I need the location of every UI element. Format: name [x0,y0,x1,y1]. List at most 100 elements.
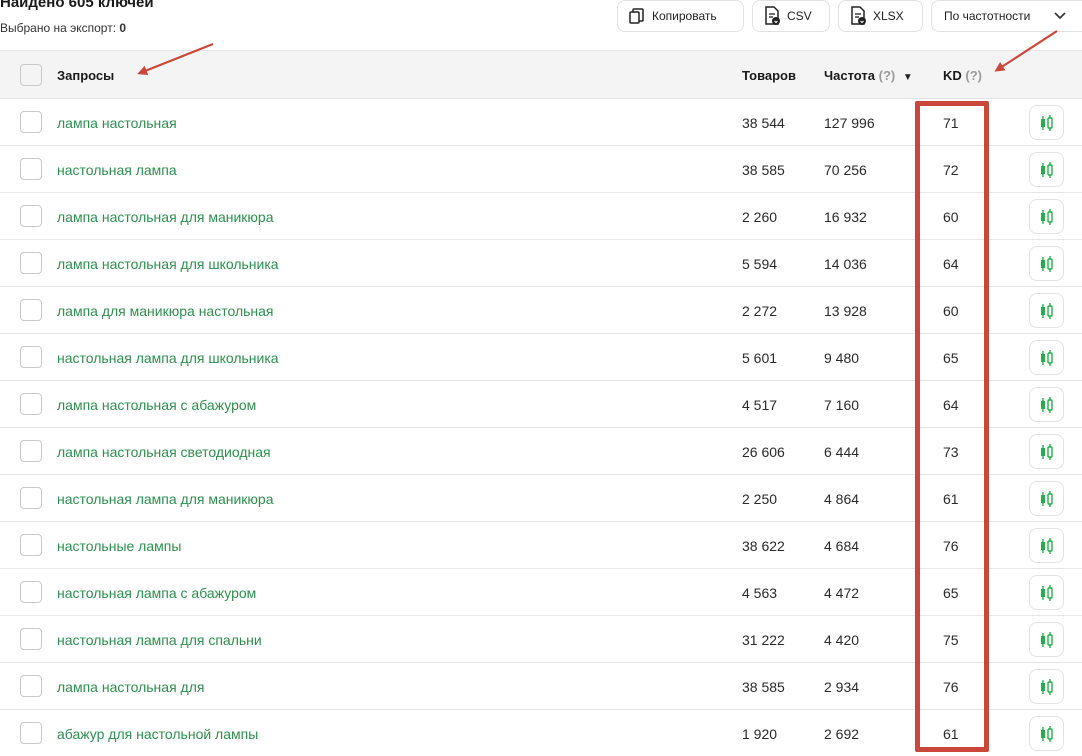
goods-count: 1 920 [742,726,778,742]
chart-button[interactable] [1029,387,1064,422]
query-link[interactable]: лампа настольная [57,115,177,131]
query-link[interactable]: лампа настольная для [57,679,204,695]
csv-button-label: CSV [787,9,812,23]
query-link[interactable]: абажур для настольной лампы [57,726,258,742]
row-checkbox[interactable] [20,346,42,368]
chart-button[interactable] [1029,434,1064,469]
frequency-value: 2 692 [824,726,860,742]
frequency-value: 2 934 [824,679,860,695]
xlsx-button-label: XLSX [873,9,904,23]
table-row: настольная лампа 38 585 70 256 72 [0,146,1082,193]
chart-button[interactable] [1029,481,1064,516]
chart-button[interactable] [1029,622,1064,657]
frequency-value: 7 160 [824,397,860,413]
candlestick-chart-icon [1040,537,1053,554]
column-header-query[interactable]: Запросы [57,68,114,83]
chart-button[interactable] [1029,246,1064,281]
query-link[interactable]: настольная лампа для школьника [57,350,279,366]
csv-export-button[interactable]: CSV [752,0,830,32]
query-link[interactable]: лампа настольная с абажуром [57,397,256,413]
query-link[interactable]: лампа для маникюра настольная [57,303,274,319]
column-header-goods[interactable]: Товаров [742,68,796,83]
kd-value: 73 [943,444,959,460]
query-link[interactable]: лампа настольная светодиодная [57,444,271,460]
row-checkbox[interactable] [20,487,42,509]
column-header-frequency-label: Частота [824,68,876,83]
export-selected-label: Выбрано на экспорт: [0,21,117,35]
kd-value: 76 [943,679,959,695]
query-link[interactable]: настольная лампа с абажуром [57,585,256,601]
chart-button[interactable] [1029,528,1064,563]
row-checkbox[interactable] [20,158,42,180]
goods-count: 38 585 [742,162,785,178]
frequency-value: 9 480 [824,350,860,366]
query-link[interactable]: лампа настольная для маникюра [57,209,274,225]
xlsx-export-button[interactable]: XLSX [838,0,923,32]
query-link[interactable]: настольная лампа для спальни [57,632,262,648]
row-checkbox[interactable] [20,675,42,697]
kd-value: 64 [943,256,959,272]
candlestick-chart-icon [1040,396,1053,413]
candlestick-chart-icon [1040,161,1053,178]
chart-button[interactable] [1029,199,1064,234]
goods-count: 4 517 [742,397,778,413]
row-checkbox[interactable] [20,534,42,556]
kd-value: 75 [943,632,959,648]
row-checkbox[interactable] [20,722,42,744]
sort-select[interactable]: По частотности [931,0,1082,32]
column-header-kd[interactable]: KD (?) [943,68,982,83]
candlestick-chart-icon [1040,584,1053,601]
frequency-value: 4 472 [824,585,860,601]
copy-button[interactable]: Копировать [617,0,744,32]
chart-button[interactable] [1029,340,1064,375]
goods-count: 2 272 [742,303,778,319]
row-checkbox[interactable] [20,628,42,650]
kd-help-icon[interactable]: (?) [965,68,982,83]
kd-value: 64 [943,397,959,413]
row-checkbox[interactable] [20,252,42,274]
copy-button-label: Копировать [652,9,717,23]
table-row: лампа настольная с абажуром 4 517 7 160 … [0,381,1082,428]
copy-icon [629,8,644,24]
query-link[interactable]: настольная лампа для маникюра [57,491,274,507]
chart-button[interactable] [1029,152,1064,187]
column-header-frequency[interactable]: Частота (?) ▼ [824,68,913,83]
kd-value: 71 [943,115,959,131]
candlestick-chart-icon [1040,490,1053,507]
row-checkbox[interactable] [20,205,42,227]
table-row: настольные лампы 38 622 4 684 76 [0,522,1082,569]
sort-desc-icon: ▼ [902,72,913,83]
row-checkbox[interactable] [20,393,42,415]
chart-button[interactable] [1029,575,1064,610]
chart-button[interactable] [1029,669,1064,704]
candlestick-chart-icon [1040,302,1053,319]
row-checkbox[interactable] [20,440,42,462]
frequency-value: 4 420 [824,632,860,648]
kd-value: 60 [943,209,959,225]
table-body: лампа настольная 38 544 127 996 71 насто… [0,99,1082,756]
row-checkbox[interactable] [20,111,42,133]
query-link[interactable]: настольная лампа [57,162,177,178]
frequency-help-icon[interactable]: (?) [879,68,896,83]
row-checkbox[interactable] [20,299,42,321]
goods-count: 2 250 [742,491,778,507]
query-link[interactable]: лампа настольная для школьника [57,256,279,272]
candlestick-chart-icon [1040,349,1053,366]
table-row: настольная лампа для школьника 5 601 9 4… [0,334,1082,381]
frequency-value: 16 932 [824,209,867,225]
table-row: лампа настольная светодиодная 26 606 6 4… [0,428,1082,475]
chart-button[interactable] [1029,716,1064,751]
goods-count: 38 622 [742,538,785,554]
row-checkbox[interactable] [20,581,42,603]
export-selected-info: Выбрано на экспорт: 0 [0,21,126,35]
goods-count: 38 585 [742,679,785,695]
goods-count: 38 544 [742,115,785,131]
column-header-kd-label: KD [943,68,962,83]
chart-button[interactable] [1029,105,1064,140]
kd-value: 65 [943,585,959,601]
frequency-value: 4 864 [824,491,860,507]
candlestick-chart-icon [1040,725,1053,742]
chart-button[interactable] [1029,293,1064,328]
select-all-checkbox[interactable] [20,64,42,86]
query-link[interactable]: настольные лампы [57,538,181,554]
